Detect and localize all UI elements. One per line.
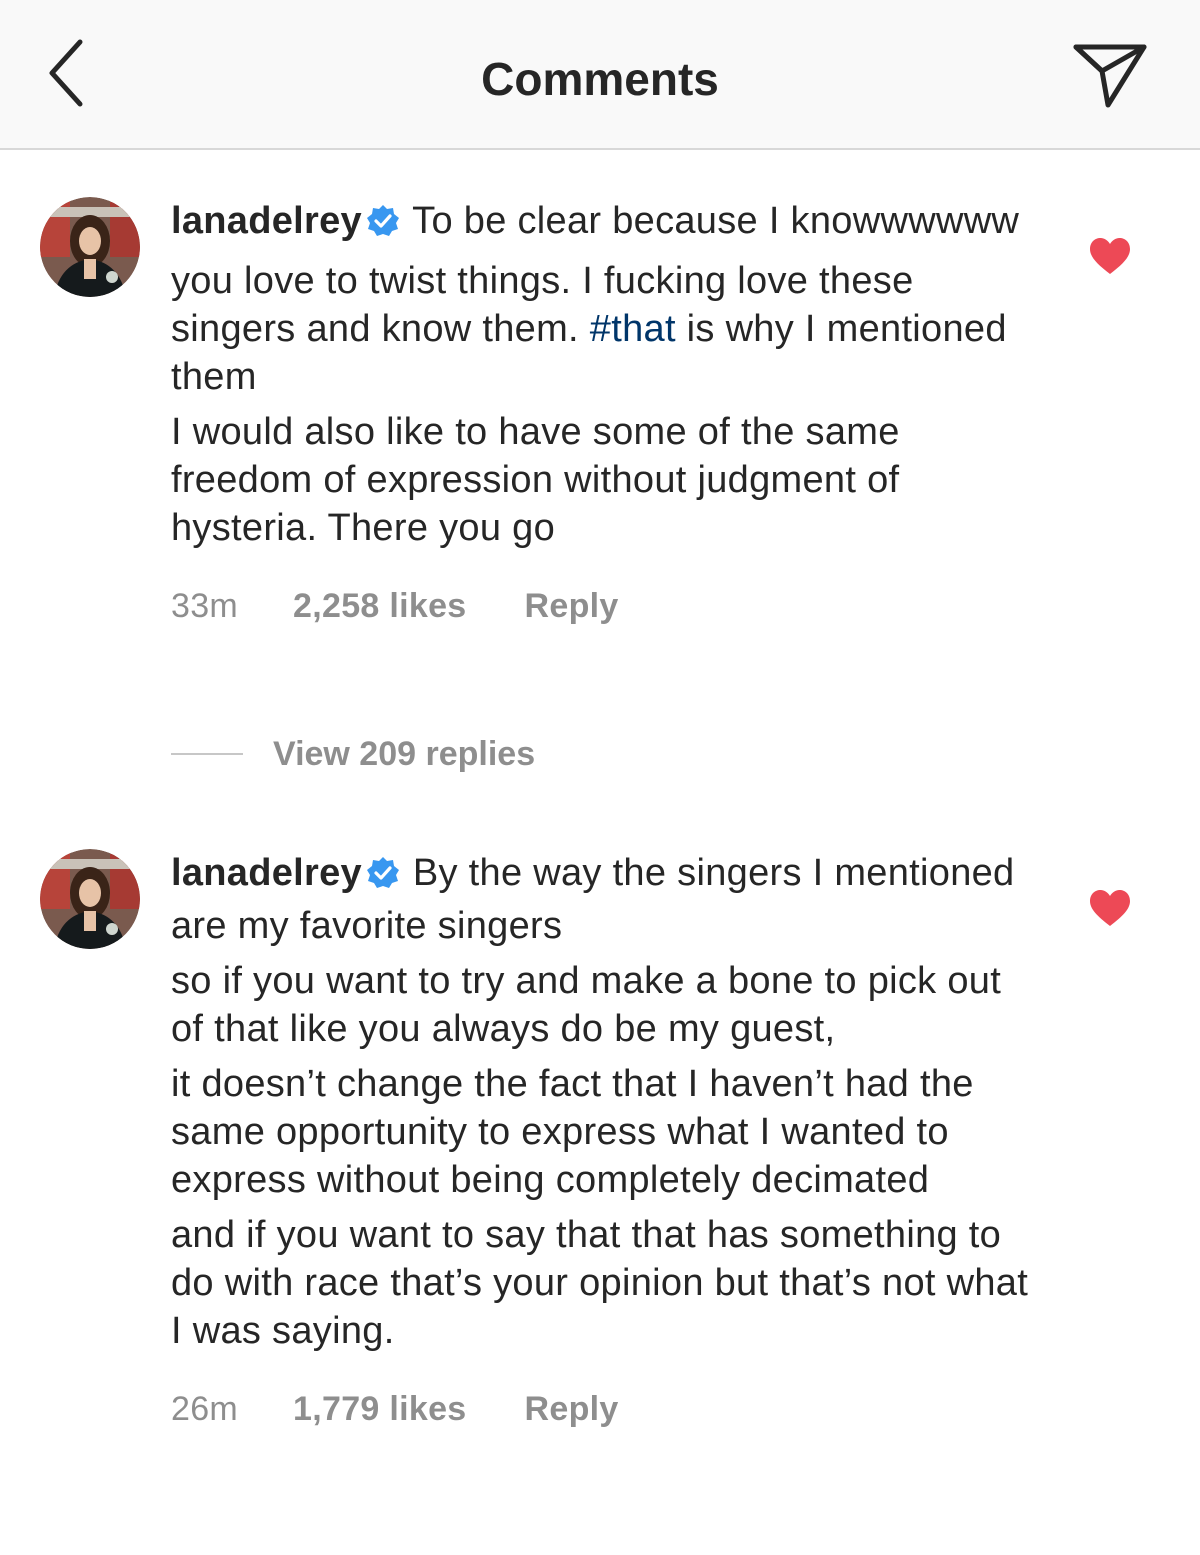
verified-badge-icon	[366, 202, 400, 250]
hashtag-link[interactable]: #that	[590, 308, 676, 350]
heart-like-icon[interactable]	[1089, 889, 1131, 927]
share-button[interactable]	[1062, 36, 1158, 116]
divider-line	[171, 753, 243, 755]
comment-likes[interactable]: 2,258 likes	[293, 582, 466, 630]
comment-text: lanadelrey By the way the singers I ment…	[171, 849, 1041, 1433]
reply-button[interactable]: Reply	[525, 1385, 619, 1433]
comment-username[interactable]: lanadelrey	[171, 852, 362, 894]
reply-button[interactable]: Reply	[525, 582, 619, 630]
avatar-photo	[40, 849, 140, 949]
comment-paragraph: lanadelrey To be clear because I knowwww…	[171, 197, 1041, 250]
comment-paragraph: and if you want to say that that has som…	[171, 1214, 1029, 1352]
comment-text: lanadelrey To be clear because I knowwww…	[171, 197, 1041, 630]
comment-paragraph: lanadelrey By the way the singers I ment…	[171, 849, 1041, 950]
page-title: Comments	[481, 53, 719, 105]
paper-plane-icon	[1073, 44, 1147, 108]
comment-likes[interactable]: 1,779 likes	[293, 1385, 466, 1433]
comment-paragraph: you love to twist things. I fucking love…	[171, 257, 1041, 401]
comment-paragraph: so if you want to try and make a bone to…	[171, 960, 1002, 1050]
view-replies-label: View 209 replies	[273, 734, 536, 773]
comment-username[interactable]: lanadelrey	[171, 200, 362, 242]
comment-meta: 33m 2,258 likes Reply	[171, 582, 1041, 630]
avatar[interactable]	[40, 197, 140, 297]
avatar-photo	[40, 197, 140, 297]
comment-lead-text: To be clear because I knowwwwww	[412, 200, 1020, 242]
comment-paragraph: I would also like to have some of the sa…	[171, 411, 900, 549]
view-replies-link[interactable]: View 209 replies	[171, 734, 535, 774]
header-bar: Comments	[0, 0, 1200, 150]
heart-like-icon[interactable]	[1089, 237, 1131, 275]
avatar[interactable]	[40, 849, 140, 949]
comment-timestamp: 33m	[171, 587, 239, 625]
comment-timestamp: 26m	[171, 1390, 239, 1428]
back-button[interactable]	[36, 38, 96, 108]
chevron-left-icon	[49, 39, 83, 107]
comment-meta: 26m 1,779 likes Reply	[171, 1385, 1041, 1433]
comment-paragraph: it doesn’t change the fact that I haven’…	[171, 1063, 974, 1201]
verified-badge-icon	[366, 854, 400, 902]
